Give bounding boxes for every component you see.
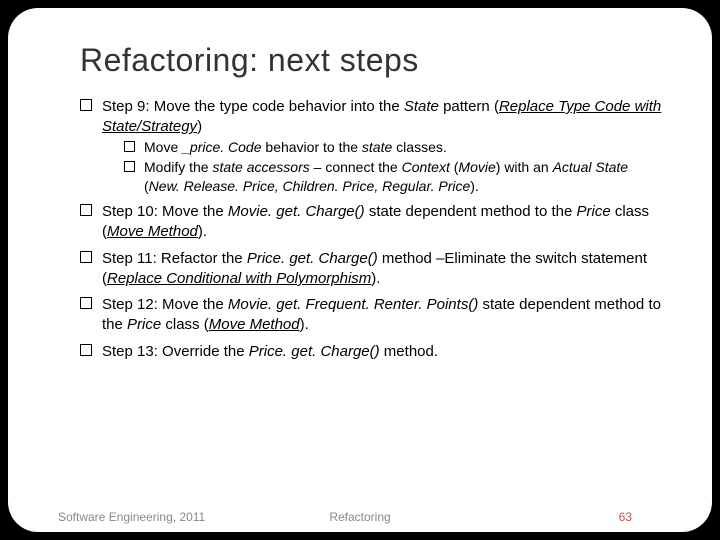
step-10-text: Step 10: Move the Movie. get. Charge() s… (102, 203, 649, 240)
page-number: 63 (619, 510, 632, 524)
checkbox-icon (124, 141, 135, 152)
step-9-sub-2: Modify the state accessors – connect the… (124, 158, 662, 196)
step-11-text: Step 11: Refactor the Price. get. Charge… (102, 250, 647, 287)
step-9-text: Step 9: Move the type code behavior into… (102, 98, 661, 135)
checkbox-icon (80, 344, 92, 356)
step-12-text: Step 12: Move the Movie. get. Frequent. … (102, 296, 661, 333)
step-11: Step 11: Refactor the Price. get. Charge… (80, 249, 662, 290)
step-13: Step 13: Override the Price. get. Charge… (80, 342, 662, 362)
step-9-sub-1-text: Move _price. Code behavior to the state … (144, 139, 447, 155)
checkbox-icon (80, 251, 92, 263)
step-9-sublist: Move _price. Code behavior to the state … (124, 138, 662, 197)
bullet-list: Step 9: Move the type code behavior into… (80, 97, 662, 362)
footer-topic: Refactoring (58, 510, 662, 524)
step-9-sub-2-text: Modify the state accessors – connect the… (144, 159, 628, 194)
checkbox-icon (124, 161, 135, 172)
step-12: Step 12: Move the Movie. get. Frequent. … (80, 295, 662, 336)
step-13-text: Step 13: Override the Price. get. Charge… (102, 343, 438, 360)
checkbox-icon (80, 99, 92, 111)
checkbox-icon (80, 204, 92, 216)
slide: Refactoring: next steps Step 9: Move the… (8, 8, 712, 532)
step-10: Step 10: Move the Movie. get. Charge() s… (80, 202, 662, 243)
checkbox-icon (80, 297, 92, 309)
slide-title: Refactoring: next steps (80, 42, 662, 79)
step-9-sub-1: Move _price. Code behavior to the state … (124, 138, 662, 157)
step-9: Step 9: Move the type code behavior into… (80, 97, 662, 196)
